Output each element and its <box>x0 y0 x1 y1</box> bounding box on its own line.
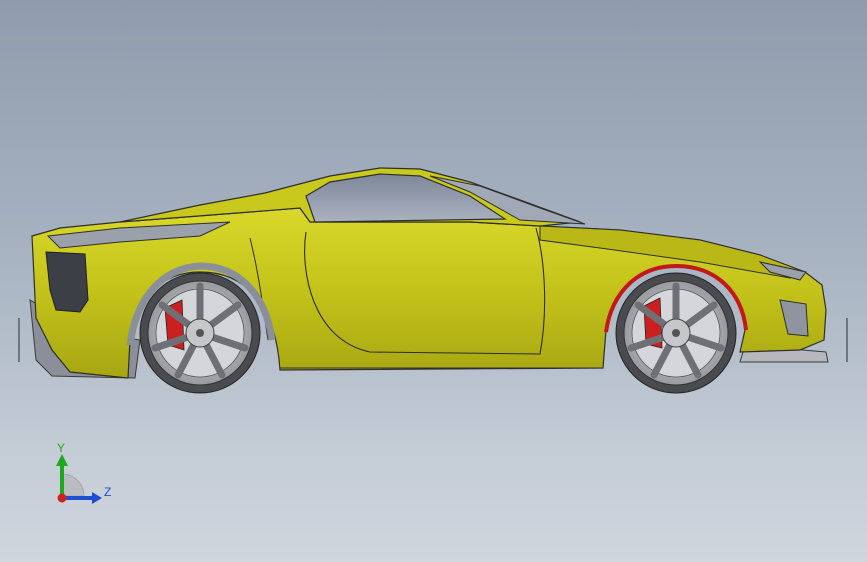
y-axis-label: Y <box>57 441 65 455</box>
z-axis-label: Z <box>104 485 111 499</box>
cad-viewport[interactable]: Y Z <box>0 0 867 562</box>
coordinate-triad: Y Z <box>56 441 111 504</box>
triad-quadrant <box>61 473 85 497</box>
car-model[interactable] <box>0 0 867 562</box>
rear-wheel <box>139 272 261 394</box>
front-wheel <box>615 272 737 394</box>
x-axis-origin <box>57 493 67 503</box>
